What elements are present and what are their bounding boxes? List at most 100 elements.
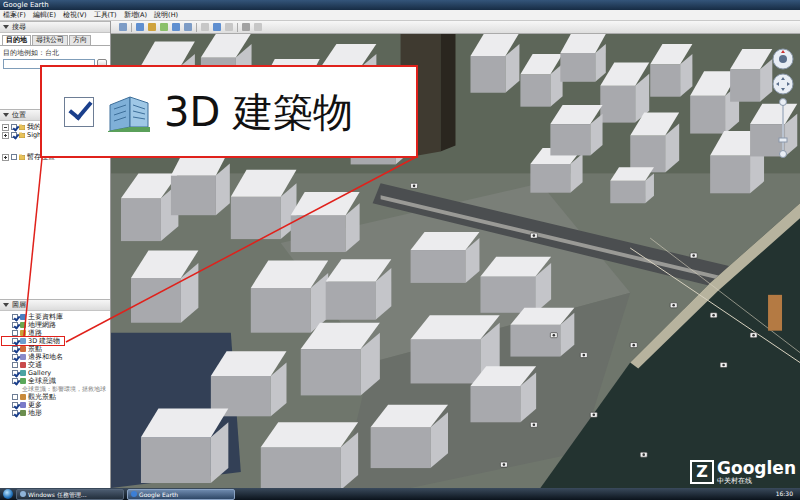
toolbar-button-icon[interactable] (160, 23, 168, 31)
toolbar-button-icon[interactable] (254, 23, 262, 31)
layer-highlight: 地理網路 (2, 321, 56, 329)
menu-item[interactable]: 檔案(F) (3, 10, 26, 20)
collapse-icon (3, 303, 9, 307)
layer-icon (20, 410, 26, 416)
menu-item[interactable]: 說明(H) (154, 10, 178, 20)
checkbox[interactable] (11, 132, 17, 138)
checkbox[interactable] (12, 346, 18, 352)
check-mark-icon (14, 322, 21, 329)
toolbar-button-icon[interactable] (136, 23, 144, 31)
layer-label: Gallery (28, 369, 51, 377)
checkbox[interactable] (12, 378, 18, 384)
expand-toggle[interactable] (2, 132, 9, 139)
check-mark-icon (14, 410, 21, 417)
checkbox[interactable] (11, 124, 17, 130)
layer-icon (20, 394, 26, 400)
watermark-subtitle: 中关村在线 (717, 478, 796, 485)
search-tab[interactable]: 目的地 (2, 35, 31, 45)
checkbox[interactable] (12, 410, 18, 416)
layer-label: 邊界和地名 (28, 353, 63, 361)
checkbox[interactable] (11, 154, 17, 160)
search-tab[interactable]: 方向 (69, 35, 91, 45)
check-mark-icon (14, 370, 21, 377)
toolbar-separator (196, 23, 197, 32)
panel-title: 圖層 (12, 300, 26, 310)
layer-icon (20, 378, 26, 384)
layers-header[interactable]: 圖層 (0, 299, 110, 311)
checkbox[interactable] (12, 394, 18, 400)
panel-title: 搜尋 (12, 22, 26, 32)
layer-item[interactable]: 道路 (2, 329, 108, 337)
collapse-icon (3, 25, 9, 29)
checkbox[interactable] (12, 370, 18, 376)
layer-highlight: 景點 (2, 345, 42, 353)
checkbox[interactable] (12, 338, 18, 344)
toolbar-button-icon[interactable] (242, 23, 250, 31)
clock: 16:30 (772, 489, 797, 499)
look-around-icon (772, 48, 794, 70)
expand-toggle[interactable] (2, 154, 9, 161)
layer-label: 地理網路 (28, 321, 56, 329)
check-mark-icon (14, 354, 21, 361)
layer-item[interactable]: 全球意識 (2, 377, 108, 385)
search-tab[interactable]: 尋找公司 (32, 35, 68, 45)
layer-icon (20, 338, 26, 344)
layer-highlight: 3D 建築物 (2, 337, 64, 345)
toolbar-button-icon[interactable] (119, 23, 127, 31)
watermark: ZGooglen中关村在线 (690, 458, 796, 485)
layer-highlight: 交通 (2, 361, 42, 369)
layer-highlight: 主要資料庫 (2, 313, 63, 321)
menu-item[interactable]: 新增(A) (124, 10, 148, 20)
layer-item[interactable]: 邊界和地名 (2, 353, 108, 361)
checkbox[interactable] (12, 322, 18, 328)
layer-item[interactable]: 景點 (2, 345, 108, 353)
taskbar-button[interactable]: Google Earth (127, 489, 235, 500)
navigation-controls[interactable] (770, 48, 796, 158)
toolbar-button-icon[interactable] (213, 23, 221, 31)
layer-highlight: 邊界和地名 (2, 353, 63, 361)
checkbox[interactable] (64, 97, 94, 127)
search-header[interactable]: 搜尋 (0, 21, 110, 33)
layer-item[interactable]: 更多 (2, 401, 108, 409)
zoom-slider-icon (778, 98, 788, 158)
layer-note: 全球意識：影響環境，拯救地球 (2, 385, 108, 393)
layer-highlight: 觀光景點 (2, 393, 56, 401)
start-button-icon[interactable] (3, 489, 13, 499)
checkbox[interactable] (12, 362, 18, 368)
title-bar: Google Earth (0, 0, 800, 10)
toolbar-separator (131, 23, 132, 32)
layer-item[interactable]: 主要資料庫 (2, 313, 108, 321)
menu-item[interactable]: 編輯(E) (33, 10, 56, 20)
menu-item[interactable]: 檢視(V) (63, 10, 87, 20)
layer-item[interactable]: 3D 建築物 (2, 337, 108, 345)
layer-item[interactable]: 地形 (2, 409, 108, 417)
menu-item[interactable]: 工具(T) (94, 10, 117, 20)
app-icon (131, 491, 137, 497)
checkbox[interactable] (12, 330, 18, 336)
layer-item[interactable]: 交通 (2, 361, 108, 369)
expand-toggle[interactable] (2, 124, 9, 131)
folder-icon (19, 154, 25, 160)
callout-label: 3D 建築物 (164, 88, 353, 136)
toolbar-separator (237, 23, 238, 32)
layers-panel: 圖層主要資料庫地理網路道路3D 建築物景點邊界和地名交通Gallery全球意識全… (0, 299, 110, 488)
toolbar-button-icon[interactable] (184, 23, 192, 31)
layer-item[interactable]: 地理網路 (2, 321, 108, 329)
search-tabs: 目的地尋找公司方向 (0, 33, 110, 46)
checkbox[interactable] (12, 402, 18, 408)
checkbox[interactable] (12, 314, 18, 320)
toolbar-button-icon[interactable] (148, 23, 156, 31)
taskbar-button[interactable]: Windows 任務管理… (16, 489, 124, 500)
toolbar-button-icon[interactable] (201, 23, 209, 31)
layer-item[interactable]: 觀光景點 (2, 393, 108, 401)
layer-icon (20, 314, 26, 320)
toolbar-button-icon[interactable] (225, 23, 233, 31)
layer-icon (20, 362, 26, 368)
layer-icon (20, 370, 26, 376)
layer-item[interactable]: Gallery (2, 369, 108, 377)
toolbar-button-icon[interactable] (172, 23, 180, 31)
check-mark-icon (14, 346, 21, 353)
layer-label: 3D 建築物 (28, 337, 60, 345)
layer-icon (20, 402, 26, 408)
checkbox[interactable] (12, 354, 18, 360)
